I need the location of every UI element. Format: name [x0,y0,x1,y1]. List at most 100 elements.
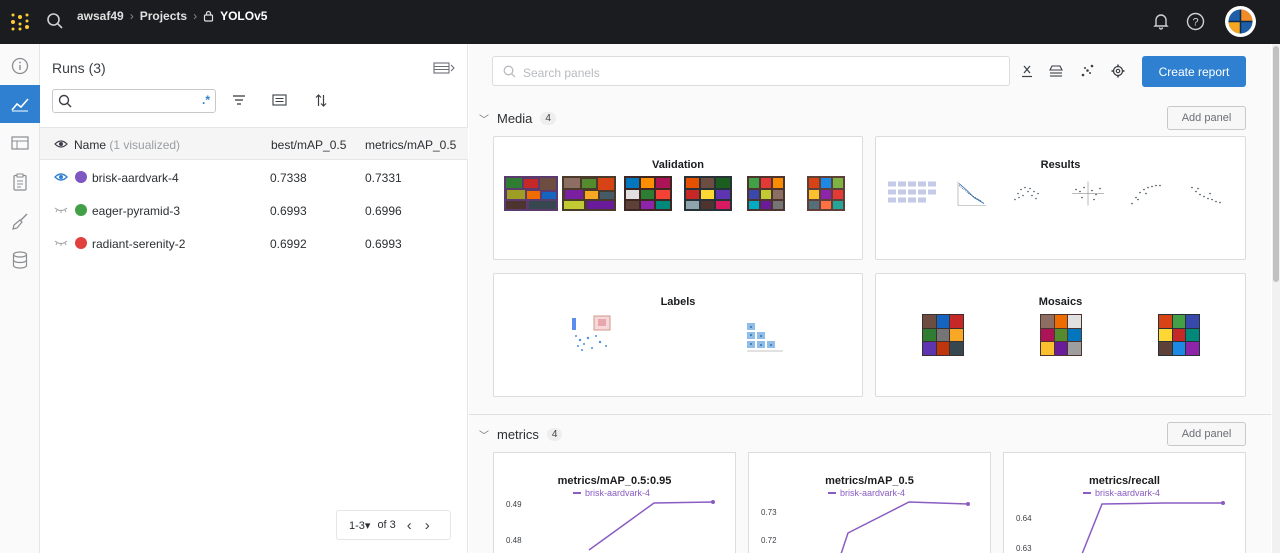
group-icon[interactable] [272,94,287,106]
rail-workspace[interactable] [0,85,40,123]
image-thumbnail[interactable] [956,176,988,211]
breadcrumb: awsaf49 › Projects › YOLOv5 [77,9,267,23]
image-thumbnail[interactable] [570,314,612,354]
line-chart-icon [11,98,29,112]
rail-overview[interactable] [0,47,40,85]
image-thumbnail[interactable] [1158,314,1200,356]
runs-search-input[interactable]: .* [52,89,216,113]
add-panel-button[interactable]: Add panel [1167,106,1246,130]
image-thumbnail[interactable] [684,176,732,211]
filter-icon[interactable] [232,94,246,106]
bell-icon[interactable] [1152,12,1170,30]
section-media-header[interactable]: ﹀ Media 4 [479,111,556,126]
section-metrics-header[interactable]: ﹀ metrics 4 [479,427,563,442]
database-icon [12,251,28,269]
page-size-select[interactable]: 1-3▾ [349,519,370,532]
image-thumbnail[interactable] [886,176,940,211]
run-metrics-map: 0.6996 [365,204,402,218]
rail-reports[interactable] [0,163,40,201]
x-axis-icon[interactable] [1021,64,1033,78]
run-metrics-map: 0.6993 [365,237,402,251]
expand-table-icon[interactable] [433,62,455,74]
eye-icon[interactable] [54,172,68,182]
eye-closed-icon[interactable] [54,238,68,248]
next-page-icon[interactable]: › [425,517,430,534]
column-name-label: Name [74,138,107,152]
scrollbar-thumb[interactable] [1273,46,1279,282]
help-icon[interactable]: ? [1186,12,1205,31]
search-icon [503,65,516,78]
rail-table[interactable] [0,124,40,162]
image-thumbnail[interactable] [624,176,672,211]
chevron-right-icon: › [129,9,134,23]
scrollbar[interactable] [1272,44,1280,553]
series-line [1081,502,1223,553]
run-name[interactable]: brisk-aardvark-4 [92,171,179,185]
wandb-logo-icon[interactable] [10,12,30,32]
image-thumbnail[interactable] [747,176,785,211]
run-color-dot[interactable] [75,237,87,249]
sort-icon[interactable] [315,94,327,107]
gear-icon[interactable] [1111,64,1125,78]
breadcrumb-project[interactable]: YOLOv5 [220,9,267,23]
data-point [1221,501,1225,505]
breadcrumb-projects[interactable]: Projects [140,9,187,23]
run-metrics-map: 0.7331 [365,171,402,185]
image-thumbnail[interactable] [1040,314,1082,356]
run-name[interactable]: eager-pyramid-3 [92,204,180,218]
prev-page-icon[interactable]: ‹ [407,517,412,534]
media-card-validation[interactable]: Validation [493,136,863,260]
rail-sweeps[interactable] [0,202,40,240]
panel-search-input[interactable]: Search panels [492,56,1010,86]
section-title: Media [497,111,533,126]
rail-artifacts[interactable] [0,241,40,279]
image-thumbnail[interactable] [1128,176,1168,211]
caret-down-icon: ▾ [364,519,371,532]
image-thumbnail[interactable] [1186,176,1226,211]
chevron-right-icon: › [193,9,198,23]
info-icon [11,57,29,75]
column-metrics-map[interactable]: metrics/mAP_0.5 [365,138,456,152]
table-row[interactable]: brisk-aardvark-4 0.7338 0.7331 [40,161,468,194]
run-color-dot[interactable] [75,171,87,183]
workspace-main: Search panels Create report ﹀ Media 4 Ad… [469,44,1271,553]
avatar[interactable] [1225,6,1256,37]
media-card-mosaics[interactable]: Mosaics [875,273,1246,397]
chart-plot [588,500,715,551]
image-thumbnail[interactable] [1068,176,1108,211]
lock-icon [203,10,214,22]
page-range: 1-3 [349,519,365,532]
chart-panel[interactable]: metrics/recall brisk-aardvark-4 0.64 0.6… [1003,452,1246,553]
layers-icon[interactable] [1049,64,1063,77]
image-thumbnail[interactable] [745,319,785,354]
create-report-button[interactable]: Create report [1142,56,1246,87]
search-icon[interactable] [46,12,64,30]
section-divider [469,414,1271,415]
image-thumbnail[interactable] [504,176,558,211]
column-best-map[interactable]: best/mAP_0.5 [271,138,346,152]
image-thumbnail[interactable] [1010,176,1044,211]
chevron-down-icon: ﹀ [479,115,489,126]
series-line [840,501,969,553]
media-card-labels[interactable]: Labels [493,273,863,397]
chart-panel[interactable]: metrics/mAP_0.5 brisk-aardvark-4 0.73 0.… [748,452,991,553]
breadcrumb-user[interactable]: awsaf49 [77,9,124,23]
panel-search-placeholder: Search panels [523,66,600,80]
run-name[interactable]: radiant-serenity-2 [92,237,185,251]
eye-icon[interactable] [54,139,68,149]
column-name[interactable]: Name (1 visualized) [74,138,180,152]
regex-toggle[interactable]: .* [202,93,210,107]
image-thumbnail[interactable] [807,176,845,211]
add-panel-button[interactable]: Add panel [1167,422,1246,446]
run-color-dot[interactable] [75,204,87,216]
image-thumbnail[interactable] [562,176,616,211]
smoothing-icon[interactable] [1081,64,1094,77]
image-thumbnail[interactable] [922,314,964,356]
runs-table-header: Name (1 visualized) best/mAP_0.5 metrics… [40,127,468,160]
table-icon [11,136,29,150]
chart-panel[interactable]: metrics/mAP_0.5:0.95 brisk-aardvark-4 0.… [493,452,736,553]
table-row[interactable]: eager-pyramid-3 0.6993 0.6996 [40,194,468,227]
table-row[interactable]: radiant-serenity-2 0.6992 0.6993 [40,227,468,260]
media-card-results[interactable]: Results [875,136,1246,260]
eye-closed-icon[interactable] [54,205,68,215]
